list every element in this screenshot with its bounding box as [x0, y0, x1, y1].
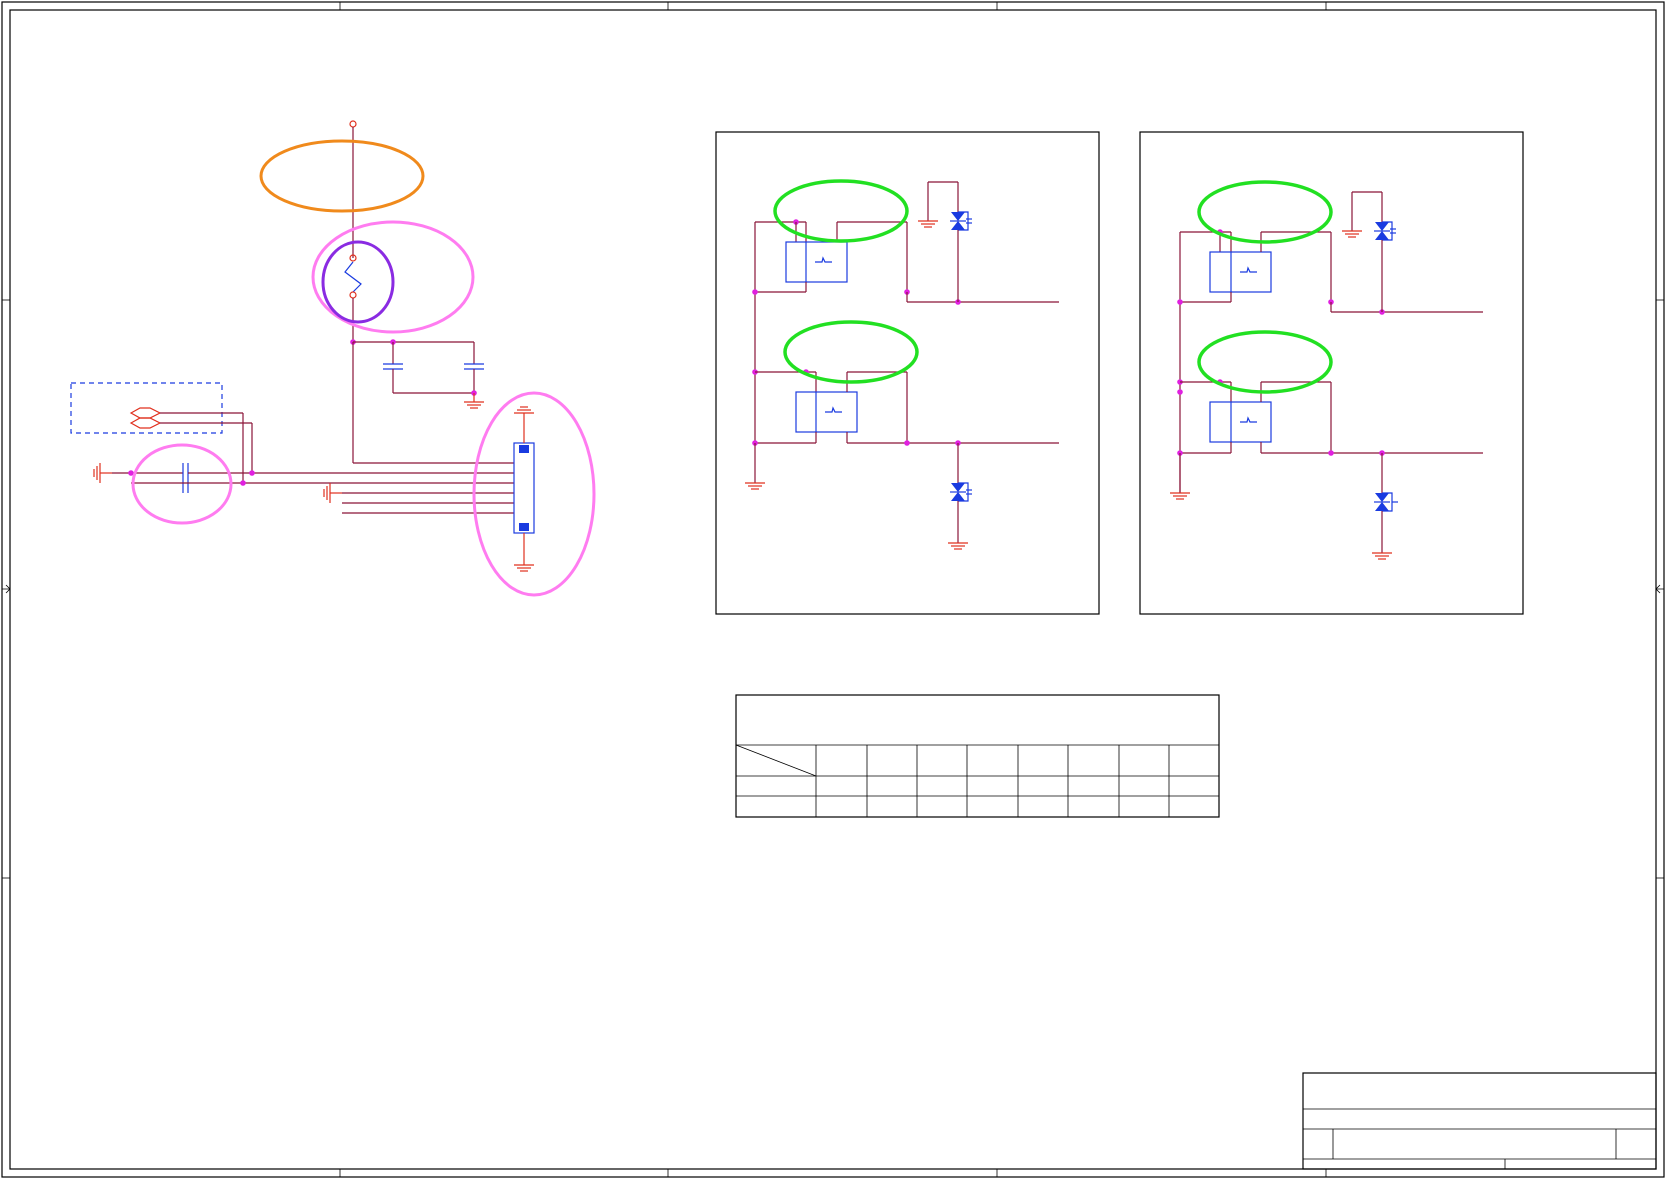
supply-terminal	[349, 120, 357, 128]
optocoupler-icon	[785, 241, 848, 283]
highlight-green	[773, 179, 909, 243]
capacitor-icon	[383, 363, 403, 370]
tvs-diode-icon	[950, 482, 972, 502]
highlight-pink	[131, 443, 233, 525]
fuse-icon	[344, 254, 362, 299]
power-input-section	[70, 120, 596, 597]
optocoupler-block-left	[715, 131, 1100, 615]
ground-symbol-icon	[948, 542, 968, 550]
optocoupler-icon	[795, 391, 858, 433]
ground-symbol-icon	[745, 482, 765, 490]
optocoupler-icon	[1209, 401, 1272, 443]
ground-symbol-icon	[323, 483, 342, 503]
tvs-diode-icon	[950, 211, 972, 231]
ground-symbol-icon	[1372, 552, 1392, 560]
tvs-diode-icon	[1374, 221, 1396, 241]
title-block	[1302, 1072, 1657, 1170]
optocoupler-icon	[1209, 251, 1272, 293]
parameter-table	[735, 694, 1220, 818]
optocoupler-block-right	[1139, 131, 1524, 615]
sheet-frame	[1, 1, 1665, 1178]
highlight-green	[783, 320, 919, 384]
ground-symbol-icon	[464, 393, 484, 409]
highlight-green	[1197, 330, 1333, 394]
ground-symbol-icon	[918, 220, 938, 228]
schematic-sheet	[1, 1, 1665, 1178]
ground-symbol-icon	[514, 406, 534, 443]
capacitor-icon	[464, 363, 484, 370]
ground-symbol-icon	[514, 533, 534, 572]
ground-symbol-icon	[93, 463, 112, 483]
connector-icon	[513, 442, 535, 534]
ground-symbol-icon	[1170, 492, 1190, 500]
ground-symbol-icon	[1342, 230, 1362, 238]
capacitor-icon	[182, 463, 189, 493]
highlight-orange	[259, 139, 425, 213]
tvs-diode-icon	[1374, 492, 1398, 512]
highlight-green	[1197, 180, 1333, 244]
plug-pin-icon	[129, 407, 162, 429]
